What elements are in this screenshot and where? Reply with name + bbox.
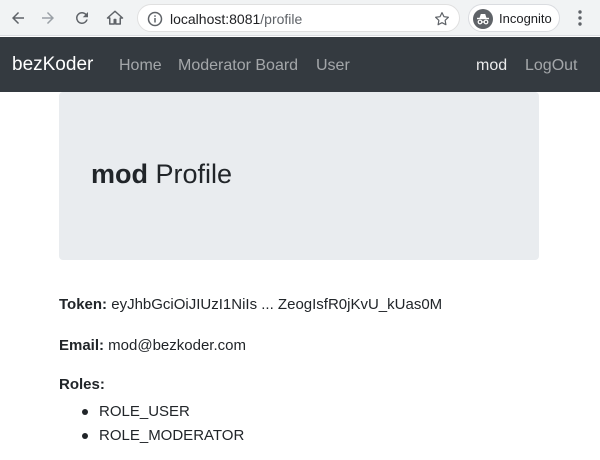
address-bar[interactable]: localhost:8081/profile (137, 4, 460, 32)
incognito-icon (473, 9, 493, 29)
bullet-icon (82, 433, 88, 439)
roles-label: Roles: (59, 376, 105, 393)
email-label: Email: (59, 337, 105, 354)
nav-link-home[interactable]: Home (119, 56, 162, 75)
bullet-icon (82, 409, 88, 415)
url-path: /profile (260, 11, 303, 27)
incognito-label: Incognito (499, 11, 552, 26)
browser-toolbar: localhost:8081/profile Incognito (0, 0, 600, 36)
role-label: ROLE_USER (99, 403, 190, 420)
incognito-badge[interactable]: Incognito (468, 4, 560, 32)
back-arrow-icon[interactable] (6, 6, 30, 30)
list-item: ROLE_MODERATOR (79, 424, 244, 448)
nav-link-moderator-board[interactable]: Moderator Board (178, 56, 298, 75)
brand-link[interactable]: bezKoder (12, 54, 93, 76)
token-field: Token: eyJhbGciOiJIUzI1NiIs ... ZeogIsfR… (59, 296, 442, 314)
list-item: ROLE_USER (79, 400, 244, 424)
token-value: eyJhbGciOiJIUzI1NiIs ... ZeogIsfR0jKvU_k… (107, 296, 443, 313)
app-navbar: bezKoder Home Moderator Board User mod L… (0, 37, 600, 92)
kebab-menu-icon[interactable] (572, 8, 588, 28)
forward-arrow-icon[interactable] (36, 6, 60, 30)
title-suffix: Profile (148, 159, 233, 189)
roles-list: ROLE_USER ROLE_MODERATOR (79, 400, 244, 448)
profile-header: mod Profile (59, 92, 539, 260)
nav-link-profile[interactable]: mod (476, 56, 507, 75)
nav-link-logout[interactable]: LogOut (525, 56, 577, 75)
page-title: mod Profile (91, 158, 232, 190)
email-value: mod@bezkoder.com (104, 337, 246, 354)
email-field: Email: mod@bezkoder.com (59, 337, 246, 355)
url-host: localhost:8081 (170, 11, 261, 27)
url-text[interactable]: localhost:8081/profile (170, 11, 302, 27)
star-icon[interactable] (433, 10, 451, 28)
role-label: ROLE_MODERATOR (99, 427, 245, 444)
profile-username: mod (91, 159, 148, 189)
token-label: Token: (59, 296, 108, 313)
site-info-icon[interactable] (147, 11, 163, 27)
home-icon[interactable] (103, 6, 127, 30)
nav-link-user[interactable]: User (316, 56, 350, 75)
reload-icon[interactable] (70, 6, 94, 30)
